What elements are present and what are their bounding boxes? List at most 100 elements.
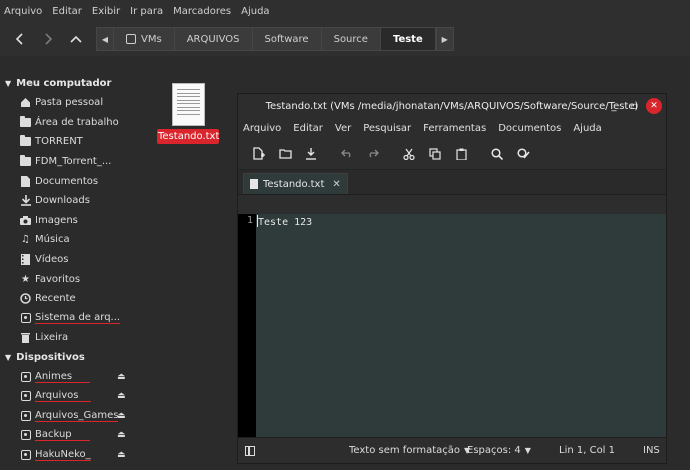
menu-editar[interactable]: Editar <box>52 6 82 17</box>
paste-button[interactable] <box>448 141 474 167</box>
tab-width-selector[interactable]: Espaços: 4 ▼ <box>467 445 531 456</box>
save-button[interactable] <box>298 141 324 167</box>
search-button[interactable] <box>484 141 510 167</box>
cut-button[interactable] <box>396 141 422 167</box>
document-text: Teste 123 <box>258 217 313 228</box>
crumb-teste[interactable]: Teste <box>380 27 436 51</box>
sidebar-item-recente[interactable]: Recente <box>0 289 140 309</box>
sidebar-item-label: Downloads <box>35 195 90 207</box>
sidebar-item-lixeira[interactable]: Lixeira <box>0 328 140 348</box>
eject-icon[interactable]: ⏏ <box>117 450 126 460</box>
up-button[interactable] <box>62 26 90 52</box>
redo-button[interactable] <box>360 141 386 167</box>
sidebar-item-fdm-torrent[interactable]: FDM_Torrent_... <box>0 152 140 172</box>
drive-icon <box>20 430 31 441</box>
breadcrumb-scroll-left[interactable]: ◀ <box>96 27 114 51</box>
star-icon: ★ <box>21 273 30 285</box>
menu-arquivo[interactable]: Arquivo <box>243 123 281 134</box>
eject-icon[interactable]: ⏏ <box>117 411 126 421</box>
text-document-icon <box>172 83 205 126</box>
sidebar-item-backup[interactable]: Backup ⏏ <box>0 426 140 446</box>
sidebar-item-torrent[interactable]: TORRENT <box>0 132 140 152</box>
download-icon <box>20 195 31 207</box>
save-download-icon <box>306 147 316 160</box>
sidebar-item-imagens[interactable]: Imagens <box>0 211 140 231</box>
tab-testando[interactable]: Testando.txt ✕ <box>243 173 348 194</box>
sidebar-item-documentos[interactable]: Documentos <box>0 171 140 191</box>
menu-pesquisar[interactable]: Pesquisar <box>363 123 411 134</box>
side-panel-toggle-icon[interactable] <box>245 445 255 456</box>
sidebar-item-arquivos[interactable]: Arquivos ⏏ <box>0 386 140 406</box>
crumb-source[interactable]: Source <box>321 27 381 51</box>
drive-icon <box>126 34 136 44</box>
copy-button[interactable] <box>422 141 448 167</box>
sidebar: ▼ Meu computador Pasta pessoal Área de t… <box>0 74 140 470</box>
undo-button[interactable] <box>334 141 360 167</box>
section-dispositivos[interactable]: ▼ Dispositivos <box>0 348 140 367</box>
sidebar-item-favoritos[interactable]: ★ Favoritos <box>0 269 140 289</box>
redo-icon <box>369 149 379 158</box>
sidebar-item-label: Pasta pessoal <box>35 97 104 109</box>
sidebar-item-area-de-trabalho[interactable]: Área de trabalho <box>0 113 140 133</box>
copy-icon <box>429 147 441 160</box>
menu-documentos[interactable]: Documentos <box>498 123 561 134</box>
eject-icon[interactable]: ⏏ <box>117 372 126 382</box>
close-tab-icon[interactable]: ✕ <box>332 179 340 190</box>
sidebar-item-label: HakuNeko_ <box>35 448 91 461</box>
syntax-mode-selector[interactable]: Texto sem formatação ▼ <box>349 445 470 456</box>
eject-icon[interactable]: ⏏ <box>117 391 126 401</box>
cursor-position: Lin 1, Col 1 <box>559 445 615 456</box>
music-icon: ♫ <box>21 234 30 246</box>
menu-exibir[interactable]: Exibir <box>92 6 120 17</box>
file-item-testando[interactable]: Testando.txt <box>157 83 219 144</box>
eject-icon[interactable]: ⏏ <box>117 430 126 440</box>
menu-ajuda[interactable]: Ajuda <box>241 6 269 17</box>
status-bar: Texto sem formatação ▼ Espaços: 4 ▼ Lin … <box>238 437 666 463</box>
crumb-software[interactable]: Software <box>252 27 322 51</box>
back-button[interactable] <box>6 26 34 52</box>
crumb-vms[interactable]: VMs <box>114 27 175 51</box>
home-icon <box>20 97 31 108</box>
open-button[interactable] <box>272 141 298 167</box>
sidebar-item-videos[interactable]: Vídeos <box>0 250 140 270</box>
replace-button[interactable] <box>510 141 536 167</box>
new-document-button[interactable] <box>246 141 272 167</box>
trash-icon <box>20 332 31 344</box>
sidebar-item-label: Favoritos <box>35 273 81 285</box>
maximize-button[interactable]: ▫ <box>626 98 642 114</box>
menu-ferramentas[interactable]: Ferramentas <box>423 123 486 134</box>
document-tabs: Testando.txt ✕ <box>238 170 666 195</box>
menu-arquivo[interactable]: Arquivo <box>4 6 42 17</box>
crumb-label: Software <box>264 33 309 45</box>
menu-ajuda[interactable]: Ajuda <box>573 123 601 134</box>
sidebar-item-arquivos-games[interactable]: Arquivos_Games ⏏ <box>0 406 140 426</box>
folder-icon <box>20 135 31 147</box>
sidebar-item-downloads[interactable]: Downloads <box>0 191 140 211</box>
undo-icon <box>341 149 351 158</box>
sidebar-item-hakuneko[interactable]: HakuNeko_ ⏏ <box>0 445 140 465</box>
forward-button[interactable] <box>34 26 62 52</box>
window-title: Testando.txt (VMs /media/jhonatan/VMs/AR… <box>265 100 639 112</box>
sidebar-item-sistema-de-arquivos[interactable]: Sistema de arq... <box>0 309 140 329</box>
sidebar-item-animes[interactable]: Animes ⏏ <box>0 367 140 387</box>
window-titlebar[interactable]: Testando.txt (VMs /media/jhonatan/VMs/AR… <box>238 94 666 118</box>
menu-editar[interactable]: Editar <box>293 123 323 134</box>
open-folder-icon <box>278 149 292 159</box>
sidebar-item-label: Música <box>35 234 70 246</box>
sidebar-item-musica[interactable]: ♫ Música <box>0 230 140 250</box>
menu-ver[interactable]: Ver <box>335 123 351 134</box>
crumb-arquivos[interactable]: ARQUIVOS <box>174 27 253 51</box>
menu-ir-para[interactable]: Ir para <box>130 6 163 17</box>
editor-menubar: Arquivo Editar Ver Pesquisar Ferramentas… <box>238 118 666 138</box>
section-meu-computador[interactable]: ▼ Meu computador <box>0 74 140 93</box>
camera-icon <box>20 215 31 226</box>
breadcrumb-scroll-right[interactable]: ▶ <box>435 27 454 51</box>
text-area[interactable]: Teste 123 <box>256 214 666 438</box>
sidebar-item-pasta-pessoal[interactable]: Pasta pessoal <box>0 93 140 113</box>
menu-marcadores[interactable]: Marcadores <box>173 6 231 17</box>
sidebar-item-label: Arquivos_Games <box>35 409 119 422</box>
file-manager-menubar: Arquivo Editar Exibir Ir para Marcadores… <box>0 0 690 22</box>
crumb-label: Teste <box>392 33 423 45</box>
minimize-button[interactable]: _ <box>606 98 622 114</box>
close-button[interactable]: ✕ <box>646 98 662 114</box>
